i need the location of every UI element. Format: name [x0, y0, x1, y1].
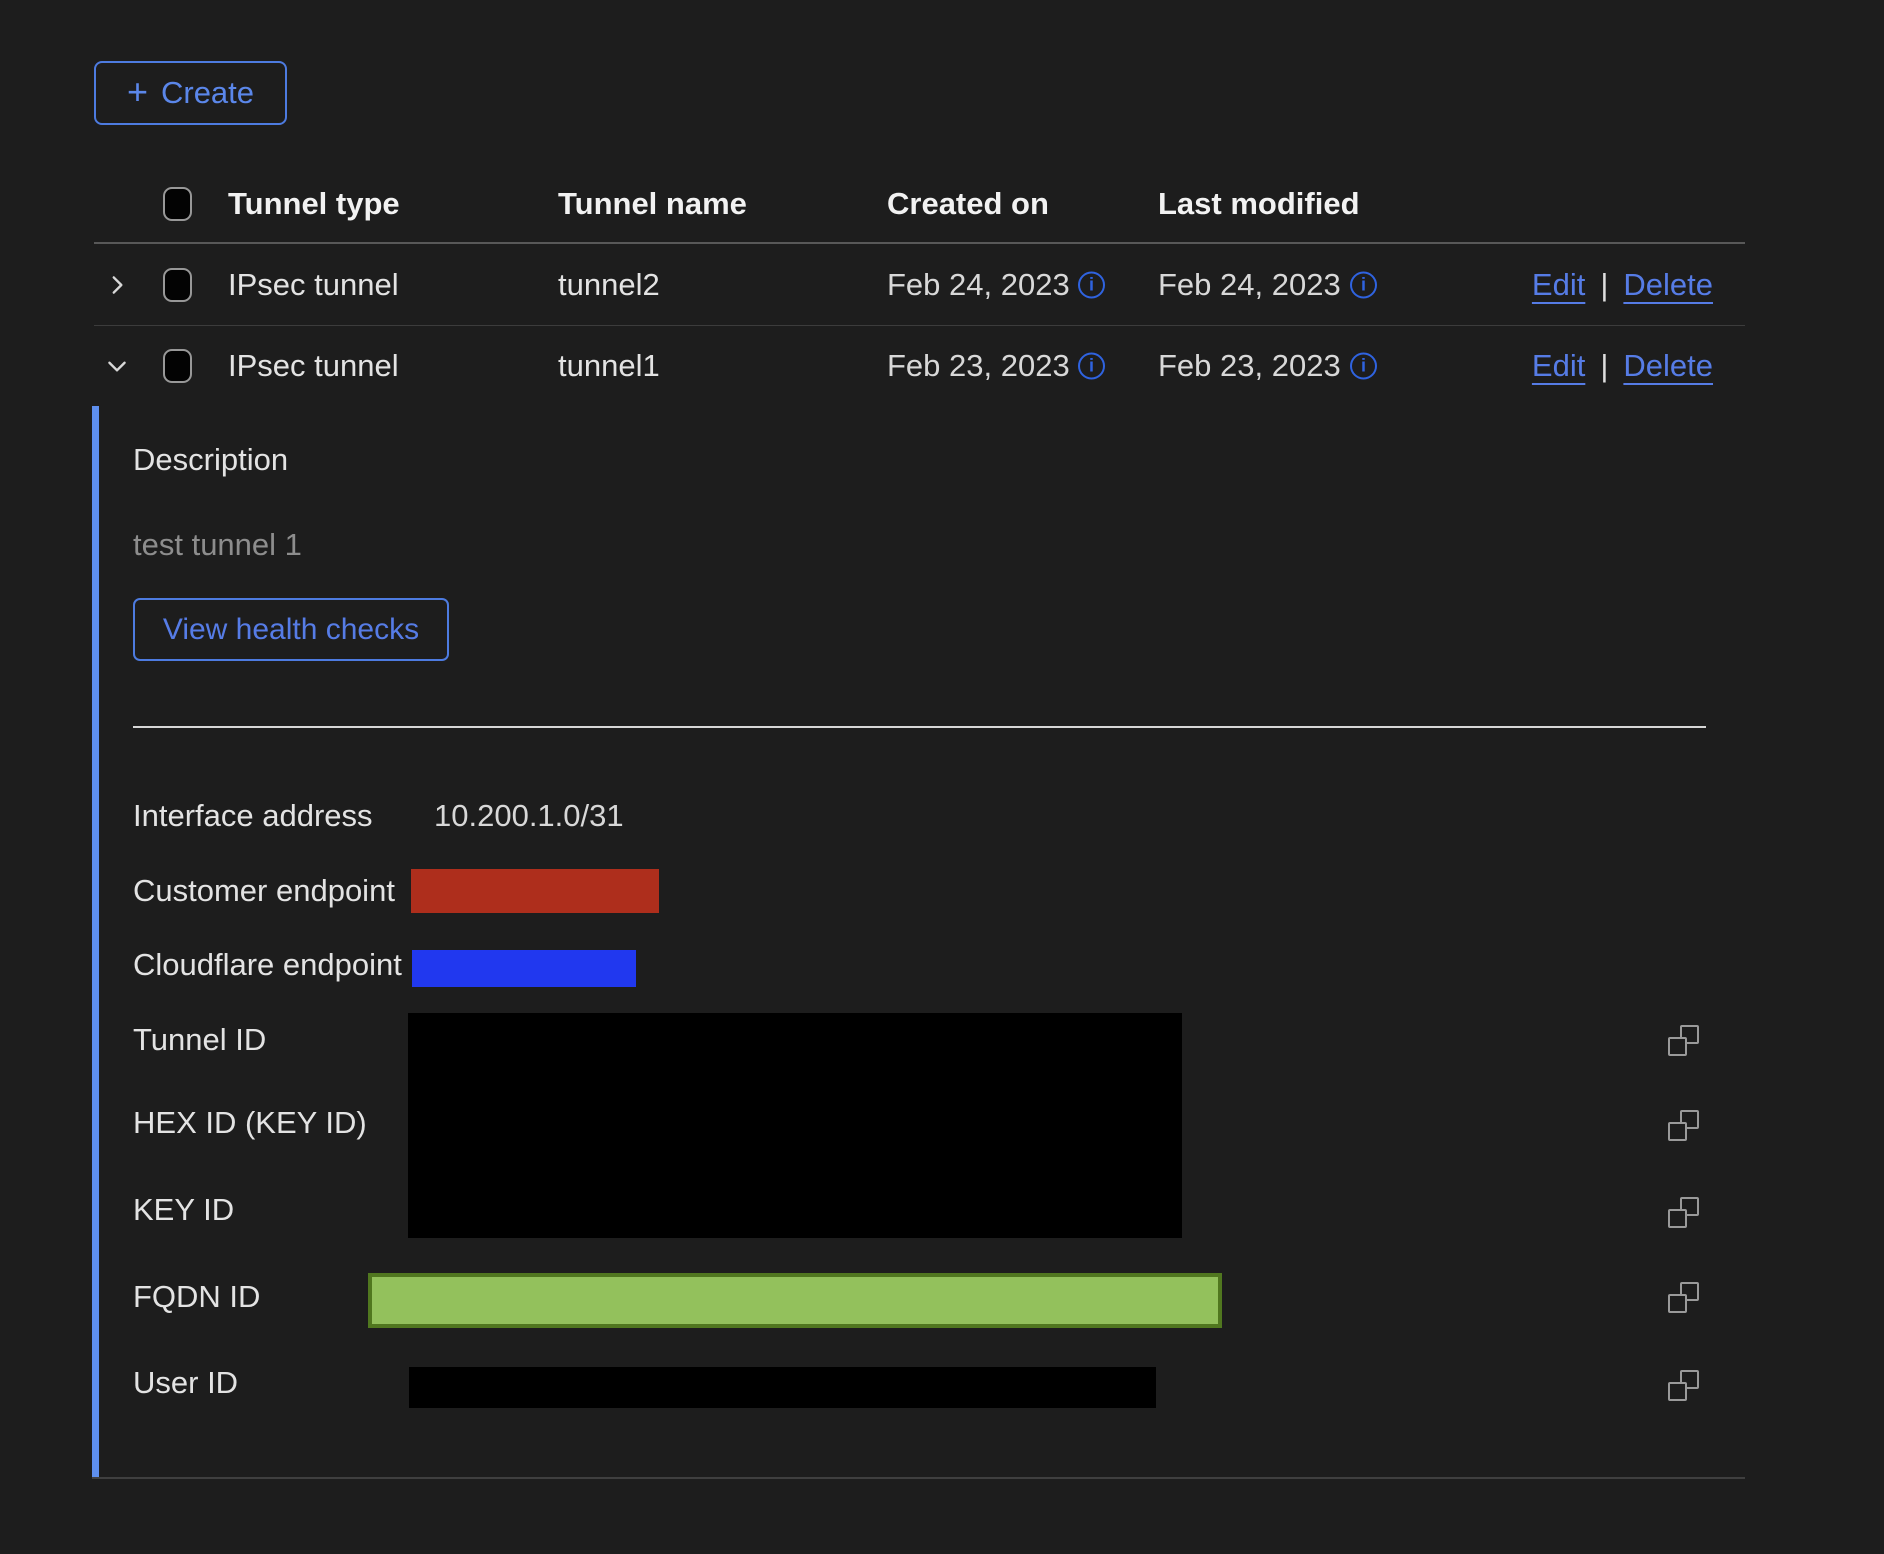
hex-id-label: HEX ID (KEY ID)	[133, 1104, 367, 1142]
cloudflare-endpoint-redacted-value	[412, 950, 636, 987]
actions-separator: |	[1600, 267, 1608, 303]
section-divider	[133, 726, 1706, 728]
info-icon[interactable]: i	[1078, 353, 1105, 380]
delete-link[interactable]: Delete	[1623, 348, 1713, 384]
fqdn-id-label: FQDN ID	[133, 1278, 260, 1316]
info-icon[interactable]: i	[1350, 271, 1377, 298]
user-id-redacted-value	[409, 1367, 1156, 1408]
create-button-label: Create	[161, 75, 254, 111]
copy-hex-id-icon[interactable]	[1668, 1110, 1699, 1141]
user-id-label: User ID	[133, 1364, 238, 1402]
row-checkbox[interactable]	[163, 268, 192, 302]
chevron-right-icon[interactable]	[104, 272, 130, 298]
info-icon[interactable]: i	[1078, 271, 1105, 298]
copy-key-id-icon[interactable]	[1668, 1197, 1699, 1228]
tunnel-type-cell: IPsec tunnel	[228, 266, 399, 304]
copy-fqdn-id-icon[interactable]	[1668, 1282, 1699, 1313]
customer-endpoint-label: Customer endpoint	[133, 872, 395, 910]
tunnel-name-cell: tunnel1	[558, 347, 660, 385]
customer-endpoint-redacted-value	[411, 869, 659, 913]
copy-user-id-icon[interactable]	[1668, 1370, 1699, 1401]
description-value: test tunnel 1	[133, 526, 302, 564]
last-modified-cell: Feb 23, 2023	[1158, 347, 1341, 385]
expanded-row-accent-bar	[92, 406, 99, 1478]
create-button[interactable]: + Create	[94, 61, 287, 125]
created-on-cell: Feb 23, 2023	[887, 347, 1070, 385]
cloudflare-endpoint-label: Cloudflare endpoint	[133, 946, 402, 984]
interface-address-value: 10.200.1.0/31	[434, 797, 624, 835]
tunnel-name-cell: tunnel2	[558, 266, 660, 304]
delete-link[interactable]: Delete	[1623, 267, 1713, 303]
row-actions: Edit | Delete	[1532, 267, 1713, 303]
select-all-checkbox[interactable]	[163, 187, 192, 221]
header-tunnel-name: Tunnel name	[558, 185, 747, 223]
tunnel-type-cell: IPsec tunnel	[228, 347, 399, 385]
header-last-modified: Last modified	[1158, 185, 1360, 223]
row-actions: Edit | Delete	[1532, 348, 1713, 384]
edit-link[interactable]: Edit	[1532, 267, 1585, 303]
header-created-on: Created on	[887, 185, 1049, 223]
header-tunnel-type: Tunnel type	[228, 185, 400, 223]
view-health-checks-label: View health checks	[163, 613, 419, 647]
edit-link[interactable]: Edit	[1532, 348, 1585, 384]
key-id-label: KEY ID	[133, 1191, 234, 1229]
description-label: Description	[133, 441, 288, 479]
plus-icon: +	[127, 76, 148, 107]
copy-tunnel-id-icon[interactable]	[1668, 1025, 1699, 1056]
row-checkbox[interactable]	[163, 349, 192, 383]
tunnel-table-header: Tunnel type Tunnel name Created on Last …	[94, 166, 1745, 244]
interface-address-label: Interface address	[133, 797, 373, 835]
fqdn-id-redacted-value	[368, 1273, 1222, 1328]
actions-separator: |	[1600, 348, 1608, 384]
view-health-checks-button[interactable]: View health checks	[133, 598, 449, 661]
created-on-cell: Feb 24, 2023	[887, 266, 1070, 304]
expanded-row-bottom-divider	[92, 1477, 1745, 1479]
chevron-down-icon[interactable]	[104, 353, 130, 379]
info-icon[interactable]: i	[1350, 353, 1377, 380]
last-modified-cell: Feb 24, 2023	[1158, 266, 1341, 304]
table-row-tunnel2: IPsec tunnel tunnel2 Feb 24, 2023 i Feb …	[94, 244, 1745, 326]
tunnel-id-label: Tunnel ID	[133, 1021, 266, 1059]
table-row-tunnel1: IPsec tunnel tunnel1 Feb 23, 2023 i Feb …	[94, 326, 1745, 406]
ids-redacted-block	[408, 1013, 1182, 1238]
